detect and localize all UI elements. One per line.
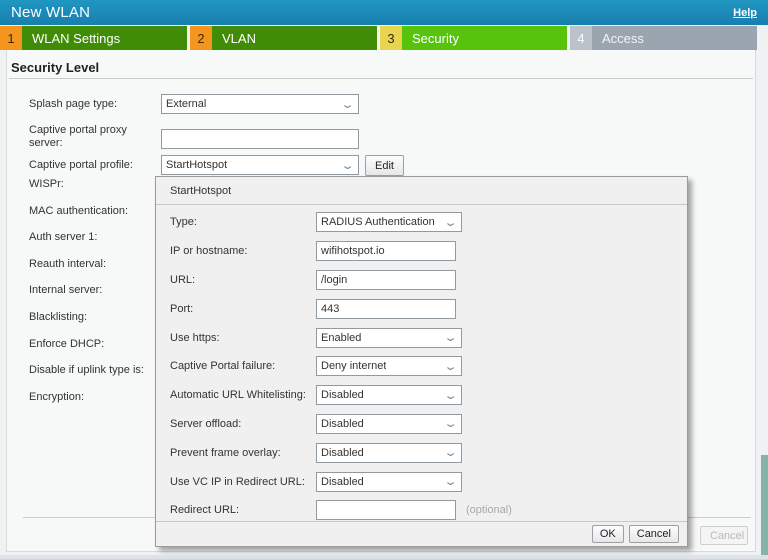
redirect-url-input[interactable] [316,500,456,520]
auto-url-whitelisting-label: Automatic URL Whitelisting: [170,389,316,401]
splash-page-type-label: Splash page type: [29,98,117,111]
security-level-heading: Security Level [11,60,99,75]
select-value: Enabled [321,332,361,344]
captive-portal-profile-label: Captive portal profile: [29,159,133,172]
chevron-down-icon: ⌄ [340,159,355,172]
select-value: Disabled [321,476,364,488]
tab-vlan[interactable]: 2 VLAN [190,26,377,50]
window-bottom-edge [0,555,768,559]
chevron-down-icon: ⌄ [443,475,458,488]
captive-portal-failure-label: Captive Portal failure: [170,360,316,372]
background-window-sliver [761,455,768,559]
prevent-frame-overlay-select[interactable]: Disabled ⌄ [316,443,462,463]
enforce-dhcp-label: Enforce DHCP: [29,338,144,365]
tab-access[interactable]: 4 Access [570,26,757,50]
tab-wlan-settings[interactable]: 1 WLAN Settings [0,26,187,50]
tab-number: 1 [0,26,22,50]
window-title: New WLAN [11,4,90,21]
edit-button[interactable]: Edit [365,155,404,176]
server-offload-label: Server offload: [170,418,316,430]
captive-portal-profile-dialog: StartHotspot Type: RADIUS Authentication… [155,176,688,547]
auth-server-1-label: Auth server 1: [29,231,144,258]
chevron-down-icon: ⌄ [443,360,458,373]
chevron-down-icon: ⌄ [443,446,458,459]
auto-url-whitelisting-select[interactable]: Disabled ⌄ [316,385,462,405]
select-value: StartHotspot [166,159,227,171]
reauth-interval-label: Reauth interval: [29,258,144,285]
chevron-down-icon: ⌄ [443,331,458,344]
chevron-down-icon: ⌄ [443,389,458,402]
encryption-label: Encryption: [29,391,144,418]
tab-label: WLAN Settings [22,26,187,50]
server-offload-select[interactable]: Disabled ⌄ [316,414,462,434]
redirect-url-label: Redirect URL: [170,504,316,516]
type-label: Type: [170,216,316,228]
chevron-down-icon: ⌄ [340,98,355,111]
use-https-select[interactable]: Enabled ⌄ [316,328,462,348]
tab-security[interactable]: 3 Security [380,26,567,50]
blacklisting-label: Blacklisting: [29,311,144,338]
tab-label: VLAN [212,26,377,50]
prevent-frame-overlay-label: Prevent frame overlay: [170,447,316,459]
captive-portal-proxy-label: Captive portal proxy server: [29,124,154,150]
heading-divider [9,78,753,79]
port-input[interactable] [316,299,456,319]
select-value: RADIUS Authentication [321,216,435,228]
help-link[interactable]: Help [733,7,757,19]
captive-portal-proxy-input[interactable] [161,129,359,149]
use-https-label: Use https: [170,332,316,344]
vc-ip-redirect-label: Use VC IP in Redirect URL: [170,476,316,488]
mac-authentication-label: MAC authentication: [29,205,144,232]
wispr-label: WISPr: [29,178,144,205]
splash-page-type-select[interactable]: External ⌄ [161,94,359,114]
select-value: External [166,98,206,110]
ip-hostname-label: IP or hostname: [170,245,316,257]
dialog-cancel-button[interactable]: Cancel [629,525,679,543]
dialog-title: StartHotspot [156,177,687,197]
tab-label: Security [402,26,567,50]
select-value: Disabled [321,447,364,459]
wizard-tabs: 1 WLAN Settings 2 VLAN 3 Security 4 Acce… [0,26,757,50]
port-label: Port: [170,303,316,315]
optional-hint: (optional) [466,504,512,516]
ip-hostname-input[interactable] [316,241,456,261]
internal-server-label: Internal server: [29,284,144,311]
chevron-down-icon: ⌄ [443,417,458,430]
new-wlan-window: New WLAN Help 1 WLAN Settings 2 VLAN 3 S… [0,0,768,559]
security-field-labels: WISPr: MAC authentication: Auth server 1… [29,178,144,417]
chevron-down-icon: ⌄ [443,216,458,229]
dialog-footer: OK Cancel [156,521,687,546]
ok-button[interactable]: OK [592,525,624,543]
type-select[interactable]: RADIUS Authentication ⌄ [316,212,462,232]
select-value: Disabled [321,389,364,401]
titlebar: New WLAN Help [0,0,768,25]
select-value: Deny internet [321,360,386,372]
url-input[interactable] [316,270,456,290]
tab-number: 2 [190,26,212,50]
disable-if-uplink-label: Disable if uplink type is: [29,364,144,391]
captive-portal-failure-select[interactable]: Deny internet ⌄ [316,356,462,376]
captive-portal-profile-select[interactable]: StartHotspot ⌄ [161,155,359,175]
wizard-cancel-button: Cancel [700,526,748,545]
tab-label: Access [592,26,757,50]
vc-ip-redirect-select[interactable]: Disabled ⌄ [316,472,462,492]
tab-number: 3 [380,26,402,50]
tab-number: 4 [570,26,592,50]
select-value: Disabled [321,418,364,430]
url-label: URL: [170,274,316,286]
